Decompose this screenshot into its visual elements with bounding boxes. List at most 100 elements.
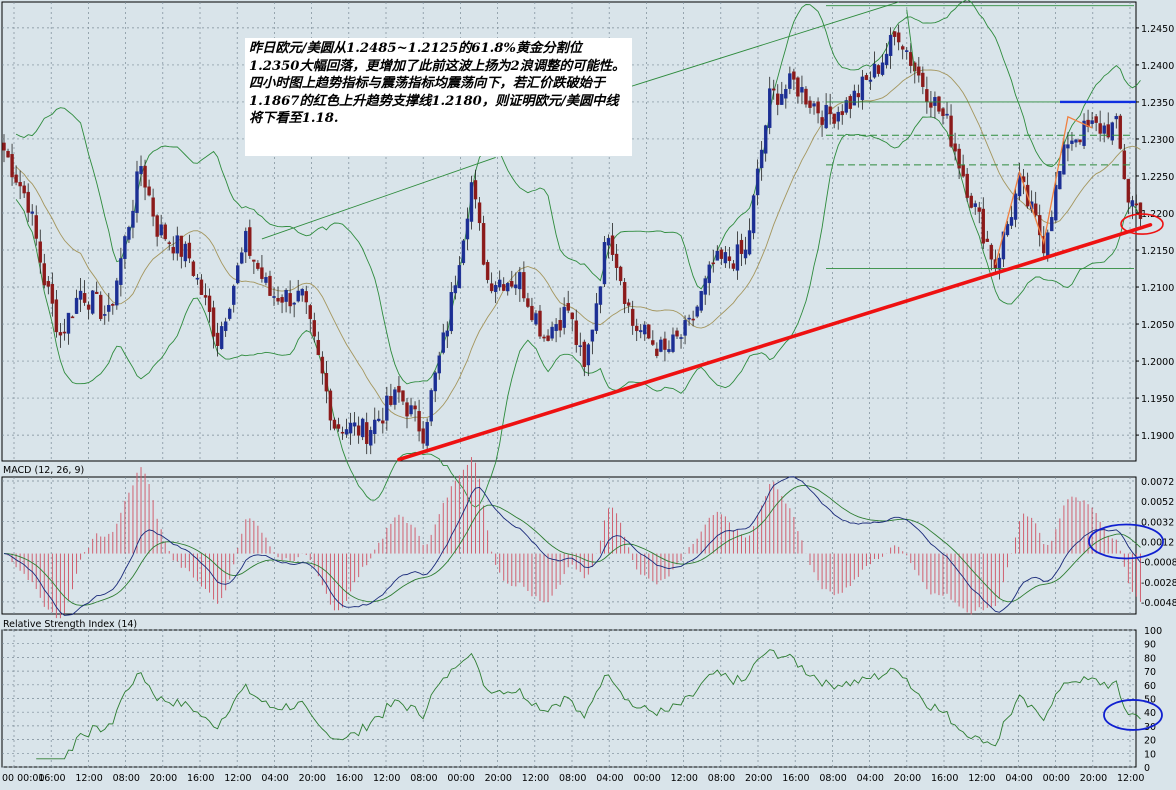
candle-body	[550, 326, 554, 339]
candle-body	[147, 186, 151, 196]
rsi-tick-label: 0	[1144, 763, 1150, 774]
candle-body	[195, 277, 200, 280]
candle-body	[1046, 232, 1050, 257]
candle-body	[268, 275, 272, 296]
candle-body	[155, 215, 159, 237]
candle-body	[880, 62, 885, 75]
candle-body	[405, 402, 409, 417]
candle-body	[538, 310, 542, 337]
candle-body	[445, 330, 449, 337]
rsi-tick-label: 80	[1144, 653, 1156, 664]
candle-body	[828, 106, 832, 115]
candle-body	[941, 108, 945, 117]
x-tick-label: 12:00	[373, 773, 400, 784]
candle-body	[215, 332, 220, 346]
price-tick-label: 1.2400	[1141, 61, 1174, 72]
candle-body	[111, 303, 115, 306]
candle-body	[578, 345, 582, 347]
candle-body	[622, 282, 627, 305]
candle-body	[127, 227, 131, 240]
candle-body	[46, 281, 51, 287]
candle-body	[921, 72, 925, 87]
candle-body	[872, 63, 877, 78]
candle-body	[820, 117, 824, 125]
x-tick-label: 20:00	[485, 773, 512, 784]
candle-body	[727, 256, 732, 261]
candle-body	[675, 330, 679, 337]
x-tick-label: 12:00	[224, 773, 251, 784]
candle-body	[731, 263, 736, 269]
candle-body	[1114, 116, 1118, 120]
candle-body	[614, 253, 619, 268]
x-tick-label: 20:00	[150, 773, 177, 784]
candle-body	[30, 211, 34, 214]
candle-body	[719, 249, 724, 259]
candle-body	[74, 297, 79, 314]
candle-body	[324, 373, 329, 392]
candle-body	[554, 324, 558, 331]
candle-body	[542, 336, 546, 339]
candle-body	[1058, 171, 1062, 190]
price-tick-label: 1.2050	[1141, 320, 1174, 331]
candle-body	[288, 293, 292, 307]
candle-body	[413, 405, 417, 410]
candle-body	[925, 89, 929, 102]
candle-body	[159, 224, 163, 236]
x-tick-label: 12:00	[968, 773, 995, 784]
candle-body	[123, 236, 127, 259]
candle-body	[62, 331, 67, 334]
candle-body	[788, 73, 792, 89]
candle-body	[1070, 140, 1074, 144]
candle-body	[280, 297, 284, 303]
candle-body	[103, 314, 107, 316]
candle-body	[397, 385, 401, 393]
candle-body	[26, 191, 30, 213]
candle-body	[42, 263, 46, 286]
candle-body	[296, 290, 300, 302]
candle-body	[977, 207, 981, 212]
candle-body	[381, 420, 385, 424]
candle-body	[304, 291, 308, 303]
candle-body	[437, 355, 441, 374]
rsi-tick-label: 90	[1144, 640, 1156, 651]
candle-body	[236, 265, 240, 284]
candle-body	[54, 299, 59, 333]
candle-body	[461, 240, 466, 264]
candle-body	[900, 46, 905, 50]
candle-body	[211, 307, 216, 337]
candle-body	[425, 421, 429, 446]
candle-body	[2, 142, 6, 151]
candle-body	[320, 356, 325, 374]
candle-body	[602, 242, 607, 285]
x-tick-label: 00:00	[633, 773, 660, 784]
x-tick-label: 04:00	[596, 773, 623, 784]
candle-body	[808, 100, 812, 108]
x-tick-label: 08:00	[559, 773, 586, 784]
candle-body	[574, 320, 578, 345]
candle-body	[506, 283, 510, 292]
candle-body	[751, 195, 756, 234]
x-tick-label: 12:00	[522, 773, 549, 784]
candle-body	[1009, 217, 1014, 226]
candle-body	[933, 97, 937, 106]
candle-body	[143, 165, 147, 188]
macd-tick-label: -0.0008	[1141, 558, 1176, 569]
candle-body	[360, 418, 365, 438]
candle-body	[469, 182, 474, 222]
candle-body	[163, 224, 167, 240]
candle-body	[94, 291, 99, 294]
candle-body	[796, 77, 800, 97]
x-tick-label: 08:00	[708, 773, 735, 784]
candle-body	[433, 372, 437, 392]
candle-body	[703, 278, 707, 295]
candle-body	[989, 244, 994, 260]
price-tick-label: 1.2100	[1141, 283, 1174, 294]
candle-body	[643, 324, 647, 335]
candle-body	[284, 289, 288, 302]
candle-body	[1013, 193, 1018, 220]
x-tick-label: 08:00	[113, 773, 140, 784]
candle-body	[276, 298, 280, 302]
candle-body	[183, 243, 188, 262]
candle-body	[695, 306, 699, 317]
candle-body	[473, 180, 478, 200]
